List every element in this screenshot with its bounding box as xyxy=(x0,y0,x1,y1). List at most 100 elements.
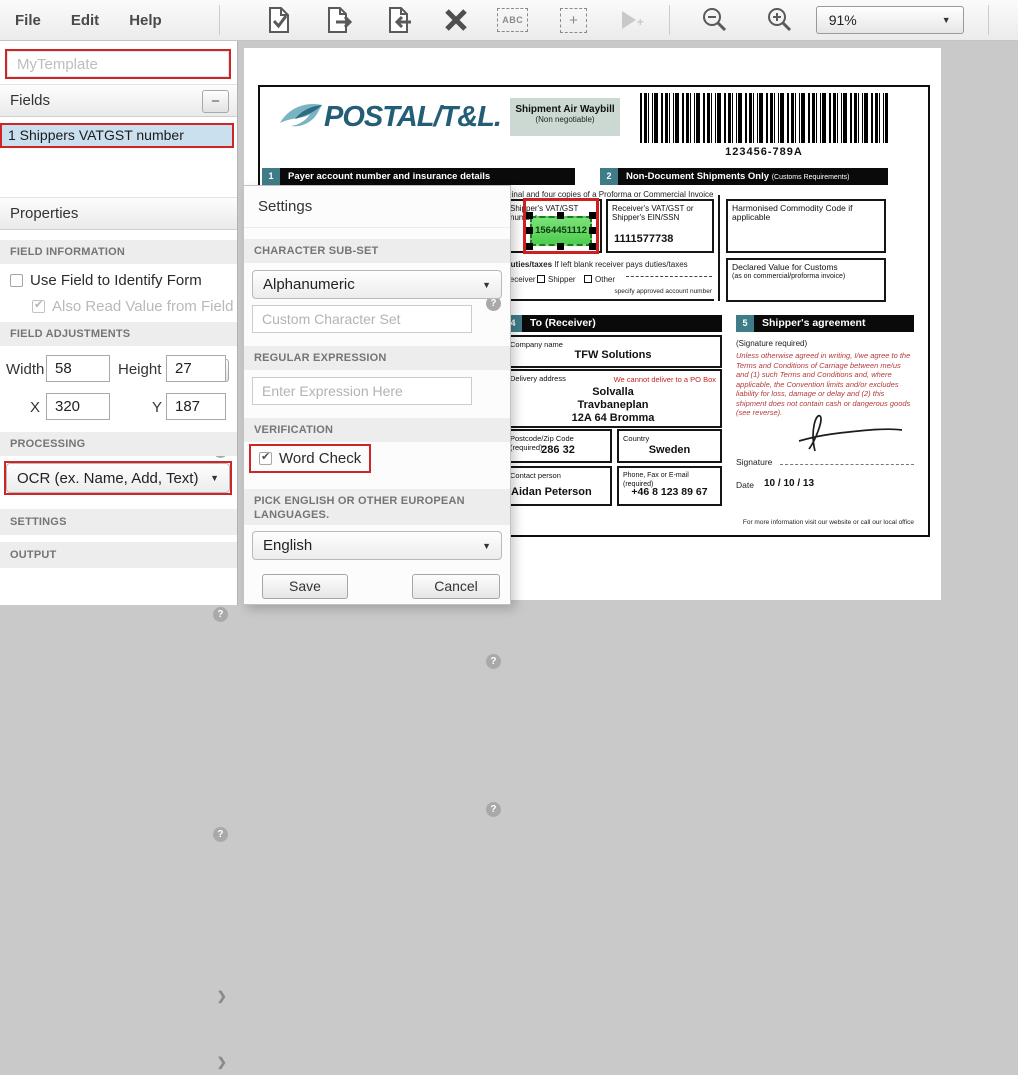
country-box: Country Sweden xyxy=(617,429,722,463)
company-name-label: Company name xyxy=(506,337,720,349)
agreement-title: Shipper's agreement xyxy=(754,315,914,332)
wing-icon xyxy=(278,99,324,135)
menu-file[interactable]: File xyxy=(0,12,56,29)
barcode-number: 123456-789A xyxy=(640,146,888,158)
use-field-checkbox-row[interactable]: Use Field to Identify Form xyxy=(10,272,202,289)
delivery-address-box: Delivery address We cannot deliver to a … xyxy=(504,369,722,428)
section-1-number: 1 xyxy=(262,168,280,185)
fields-collapse-button[interactable]: − xyxy=(202,90,229,113)
commodity-code-label: Harmonised Commodity Code if applicable xyxy=(728,201,884,222)
field-information-header: FIELD INFORMATION ? xyxy=(0,240,237,264)
shipper-option-label: Shipper xyxy=(548,275,576,284)
language-title: PICK ENGLISH OR OTHER EUROPEAN LANGUAGES… xyxy=(254,495,465,521)
character-subset-dropdown[interactable]: Alphanumeric ▼ xyxy=(252,270,502,299)
other-checkbox[interactable] xyxy=(584,275,592,283)
language-dropdown[interactable]: English ▼ xyxy=(252,531,502,560)
height-input[interactable] xyxy=(166,355,226,382)
help-icon[interactable]: ? xyxy=(486,654,501,669)
expression-input[interactable] xyxy=(252,377,472,405)
customs-instruction: Attach the original and four copies of a… xyxy=(460,190,860,199)
width-input[interactable] xyxy=(46,355,110,382)
section-2-number: 2 xyxy=(600,168,618,185)
field-adjustments-header: FIELD ADJUSTMENTS ? xyxy=(0,322,237,346)
section-2-header: 2 Non-Document Shipments Only (Customs R… xyxy=(600,168,888,185)
country-label: Country xyxy=(619,431,720,443)
chevron-down-icon: ▼ xyxy=(942,15,951,25)
help-icon[interactable]: ? xyxy=(213,827,228,842)
save-button[interactable]: Save xyxy=(262,574,348,599)
toolbar-separator xyxy=(219,5,220,35)
template-name-highlight xyxy=(5,49,231,79)
regular-expression-title: REGULAR EXPRESSION xyxy=(254,352,387,364)
add-field-icon[interactable]: + xyxy=(557,4,591,36)
run-test-icon: + xyxy=(616,4,650,36)
zoom-in-icon[interactable] xyxy=(763,4,797,36)
postal-logo: POSTAL/T&L. xyxy=(278,99,501,135)
country-value: Sweden xyxy=(619,444,720,456)
word-check-label: Word Check xyxy=(279,450,361,467)
regular-expression-header: REGULAR EXPRESSION ? xyxy=(244,346,510,370)
declared-value-label: Declared Value for Customs xyxy=(728,260,884,272)
template-name-input[interactable] xyxy=(7,51,229,77)
chevron-down-icon: ▼ xyxy=(482,280,491,290)
signature-line xyxy=(780,464,914,465)
footer-note: For more information visit our website o… xyxy=(716,519,914,526)
ocr-text-field-icon[interactable]: ABC xyxy=(496,4,530,36)
validate-template-icon[interactable] xyxy=(262,4,296,36)
language-value: English xyxy=(263,537,312,554)
word-check-checkbox[interactable] xyxy=(259,452,272,465)
help-icon[interactable]: ? xyxy=(486,802,501,817)
output-section-title: OUTPUT xyxy=(10,549,56,561)
width-label: Width xyxy=(6,361,44,378)
settings-section-header[interactable]: SETTINGS ❯ xyxy=(0,509,237,535)
fields-panel-header: Fields − xyxy=(0,84,237,117)
processing-title: PROCESSING xyxy=(10,438,85,450)
use-field-checkbox[interactable] xyxy=(10,274,23,287)
to-receiver-header: 4 To (Receiver) xyxy=(504,315,722,332)
field-list-item-selected[interactable]: 1 Shippers VATGST number xyxy=(0,123,234,148)
po-box-note: We cannot deliver to a PO Box xyxy=(614,375,716,384)
settings-dialog: Settings CHARACTER SUB-SET ? Alphanumeri… xyxy=(243,185,511,605)
declared-value-sub: (as on commercial/proforma invoice) xyxy=(728,272,884,281)
processing-dropdown[interactable]: OCR (ex. Name, Add, Text) ▼ xyxy=(6,463,230,493)
output-section-header[interactable]: OUTPUT ❯ xyxy=(0,542,237,568)
export-template-icon[interactable] xyxy=(323,4,357,36)
waybill-title-box: Shipment Air Waybill (Non negotiable) xyxy=(510,98,620,136)
field-highlight-red-box xyxy=(523,198,599,254)
y-input[interactable] xyxy=(166,393,226,420)
agreement-text: Unless otherwise agreed in writing, I/we… xyxy=(736,351,914,418)
help-icon[interactable]: ? xyxy=(213,607,228,622)
section-2-title: Non-Document Shipments Only (Customs Req… xyxy=(618,168,888,185)
contact-person-box: Contact person Aidan Peterson xyxy=(504,466,612,506)
menu-edit[interactable]: Edit xyxy=(56,12,114,29)
zoom-out-icon[interactable] xyxy=(698,4,732,36)
custom-character-set-input[interactable] xyxy=(252,305,472,333)
shipper-checkbox[interactable] xyxy=(537,275,545,283)
logo-text: POSTAL/T&L. xyxy=(324,101,501,134)
phone-value: +46 8 123 89 67 xyxy=(619,486,720,498)
column-divider xyxy=(718,195,720,301)
x-input[interactable] xyxy=(46,393,110,420)
zoom-level-dropdown[interactable]: 91% ▼ xyxy=(816,6,964,34)
processing-dropdown-value: OCR (ex. Name, Add, Text) xyxy=(17,470,198,487)
duties-rest: If left blank receiver pays duties/taxes xyxy=(552,260,688,269)
delete-icon[interactable] xyxy=(439,4,473,36)
properties-panel-header: Properties − xyxy=(0,197,237,230)
import-template-icon[interactable] xyxy=(382,4,416,36)
toolbar: File Edit Help ABC + + 91% ▼ xyxy=(0,0,1018,41)
waybill-subtitle: (Non negotiable) xyxy=(510,115,620,124)
signature-required-note: (Signature required) xyxy=(736,339,807,348)
phone-box: Phone, Fax or E-mail (required) +46 8 12… xyxy=(617,466,722,506)
menu-help[interactable]: Help xyxy=(114,12,177,29)
shippers-agreement-header: 5 Shipper's agreement xyxy=(736,315,914,332)
toolbar-separator xyxy=(669,5,670,35)
section-2-title-main: Non-Document Shipments Only xyxy=(626,171,772,182)
cancel-button[interactable]: Cancel xyxy=(412,574,500,599)
address-line: 12A 64 Bromma xyxy=(506,412,720,425)
contact-person-label: Contact person xyxy=(506,468,610,480)
y-label: Y xyxy=(152,399,162,416)
account-number-line xyxy=(626,276,712,277)
height-label: Height xyxy=(118,361,161,378)
processing-dropdown-highlight: OCR (ex. Name, Add, Text) ▼ xyxy=(4,461,232,495)
also-read-label: Also Read Value from Field xyxy=(52,298,233,315)
